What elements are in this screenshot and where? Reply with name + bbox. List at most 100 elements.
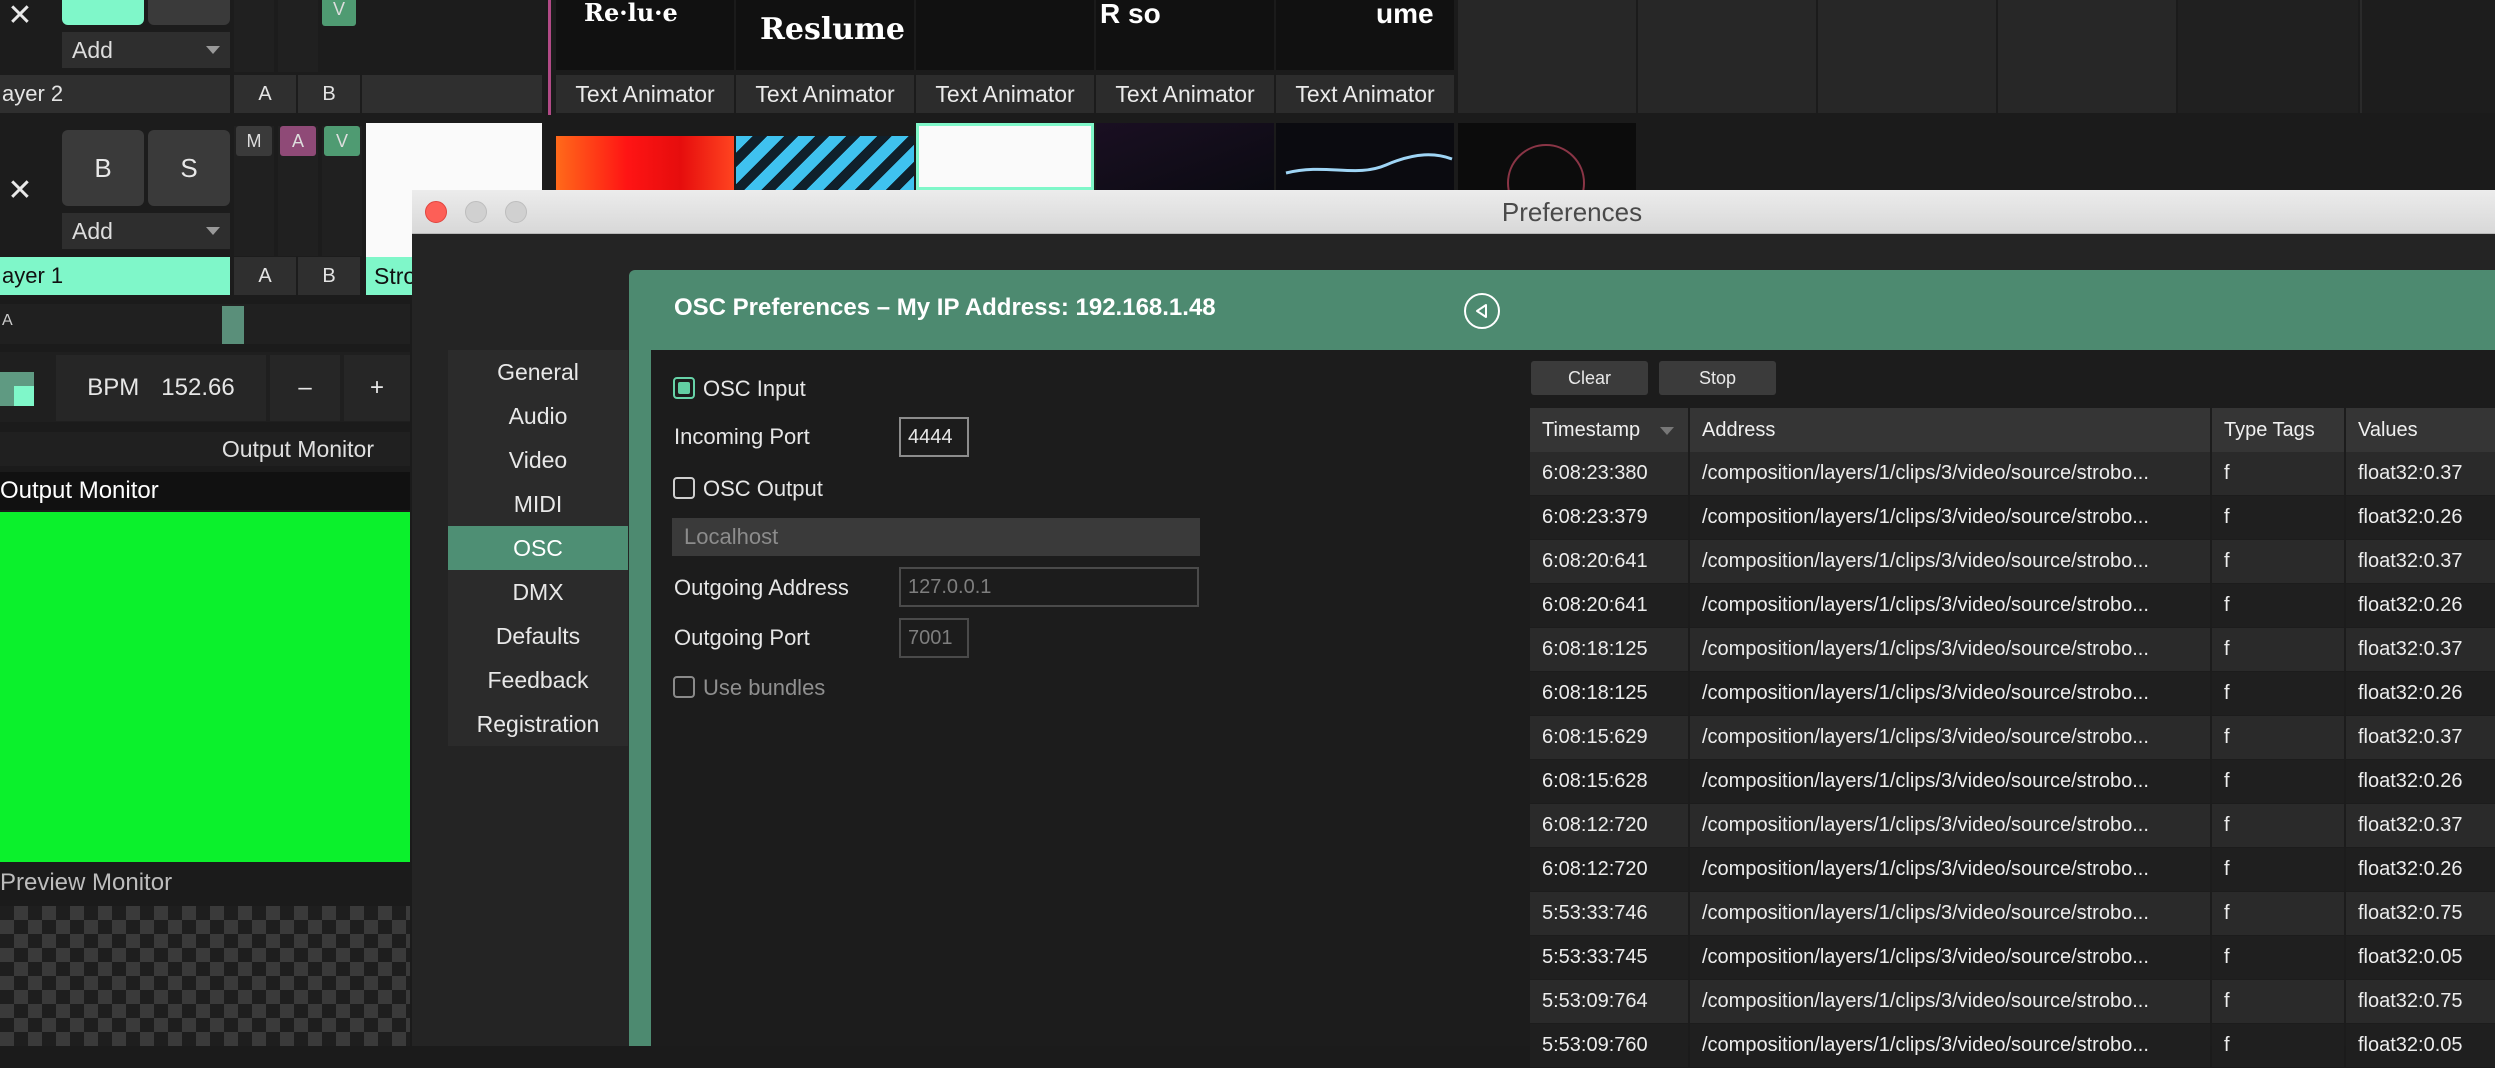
layer-1-bypass-button[interactable]: B (62, 130, 144, 206)
nav-video[interactable]: Video (448, 438, 628, 482)
table-cell-ts: 5:53:33:746 (1530, 892, 1688, 935)
clip-thumbnail-circle[interactable] (1458, 123, 1636, 222)
column-header-timestamp-label: Timestamp (1542, 418, 1641, 441)
clip-thumbnail[interactable] (916, 0, 1094, 70)
nav-osc[interactable]: OSC (448, 526, 628, 570)
empty-clip-slot[interactable] (1458, 0, 1636, 113)
table-cell-ts: 6:08:23:379 (1530, 496, 1688, 539)
layer-1-solo-button[interactable]: S (148, 130, 230, 206)
clip-label[interactable]: Text Animator (1096, 75, 1274, 113)
clip-label[interactable]: Text Animator (736, 75, 914, 113)
clip-label[interactable]: Text Animator (556, 75, 734, 113)
incoming-port-label: Incoming Port (674, 424, 810, 449)
empty-clip-slot[interactable] (1998, 0, 2176, 113)
back-arrow-icon (1476, 304, 1487, 318)
nav-dmx[interactable]: DMX (448, 570, 628, 614)
clip-thumbnail[interactable]: ume (1276, 0, 1454, 70)
output-target-dropdown[interactable]: Localhost (672, 518, 1200, 556)
clip-thumbnail-wave[interactable] (1276, 123, 1454, 190)
layer-2-b-button[interactable]: B (298, 75, 360, 113)
layer-1-mask-toggle[interactable]: M (236, 126, 272, 156)
outgoing-port-label: Outgoing Port (674, 625, 810, 650)
layer-1-audio-toggle[interactable]: A (280, 126, 316, 156)
layer-2-solo-button[interactable] (148, 0, 230, 25)
layer-1-add-dropdown[interactable]: Add (62, 213, 230, 249)
layer-2-clear-icon[interactable]: ✕ (0, 0, 40, 32)
osc-output-checkbox[interactable] (673, 477, 695, 499)
incoming-port-field[interactable]: 4444 (899, 417, 969, 457)
outgoing-address-field[interactable]: 127.0.0.1 (899, 567, 1199, 607)
bpm-plus-button[interactable]: + (344, 355, 410, 421)
clip-thumbnail-red[interactable] (556, 136, 734, 190)
use-bundles-checkbox[interactable] (673, 676, 695, 698)
table-cell-tt: f (2212, 892, 2344, 935)
table-row[interactable]: 6:08:18:125/composition/layers/1/clips/3… (1530, 672, 2495, 716)
table-cell-tt: f (2212, 584, 2344, 627)
clip-thumbnail-white[interactable] (916, 123, 1094, 190)
table-row[interactable]: 6:08:20:641/composition/layers/1/clips/3… (1530, 540, 2495, 584)
table-row[interactable]: 6:08:23:379/composition/layers/1/clips/3… (1530, 496, 2495, 540)
table-cell-addr: /composition/layers/1/clips/3/video/sour… (1690, 980, 2210, 1023)
crossfader-handle[interactable] (222, 306, 244, 344)
table-cell-addr: /composition/layers/1/clips/3/video/sour… (1690, 452, 2210, 495)
nav-feedback[interactable]: Feedback (448, 658, 628, 702)
table-row[interactable]: 6:08:23:380/composition/layers/1/clips/3… (1530, 452, 2495, 496)
preview-monitor-title-label: Preview Monitor (0, 869, 173, 896)
layer-1-name[interactable]: ayer 1 (0, 257, 230, 295)
table-row[interactable]: 6:08:18:125/composition/layers/1/clips/3… (1530, 628, 2495, 672)
layer-2-a-button[interactable]: A (234, 75, 296, 113)
title-bar: Preferences (412, 190, 2495, 234)
stop-button[interactable]: Stop (1659, 361, 1776, 395)
layer-1-clear-icon[interactable]: ✕ (0, 130, 40, 250)
table-row[interactable]: 5:53:33:745/composition/layers/1/clips/3… (1530, 936, 2495, 980)
clip-label[interactable]: Text Animator (916, 75, 1094, 113)
table-row[interactable]: 6:08:15:629/composition/layers/1/clips/3… (1530, 716, 2495, 760)
clip-thumbnail[interactable]: Re·lu·e (556, 0, 734, 70)
back-button[interactable] (1464, 293, 1500, 329)
layer-2-name[interactable]: ayer 2 (0, 75, 230, 113)
table-cell-ts: 6:08:12:720 (1530, 848, 1688, 891)
table-cell-addr: /composition/layers/1/clips/3/video/sour… (1690, 936, 2210, 979)
table-row[interactable]: 6:08:12:720/composition/layers/1/clips/3… (1530, 848, 2495, 892)
table-cell-ts: 6:08:15:628 (1530, 760, 1688, 803)
layer-2-add-dropdown[interactable]: Add (62, 32, 230, 68)
clear-button[interactable]: Clear (1531, 361, 1648, 395)
column-header-type-tags[interactable]: Type Tags (2212, 408, 2344, 452)
outgoing-port-field[interactable]: 7001 (899, 618, 969, 658)
column-header-address[interactable]: Address (1690, 408, 2210, 452)
layer-2-video-label: V (332, 0, 345, 19)
bpm-display[interactable]: BPM 152.66 (56, 355, 266, 421)
table-row[interactable]: 5:53:09:764/composition/layers/1/clips/3… (1530, 980, 2495, 1024)
clip-thumbnail[interactable]: R so (1096, 0, 1274, 70)
column-header-timestamp[interactable]: Timestamp (1530, 408, 1688, 452)
clip-thumbnail-dark[interactable] (1096, 123, 1274, 190)
osc-input-checkbox[interactable] (673, 377, 695, 399)
layer-2-video-toggle[interactable]: V (322, 0, 356, 26)
beat-indicator (0, 372, 34, 406)
add-label: Add (72, 217, 113, 244)
clip-thumbnail-stripes[interactable] (736, 136, 914, 190)
table-cell-val: float32:0.75 (2346, 892, 2495, 935)
clip-label[interactable]: Text Animator (1276, 75, 1454, 113)
layer-2-bypass-button[interactable] (62, 0, 144, 25)
column-header-values[interactable]: Values (2346, 408, 2495, 452)
crossfader-track[interactable] (0, 304, 410, 344)
table-row[interactable]: 6:08:15:628/composition/layers/1/clips/3… (1530, 760, 2495, 804)
table-row[interactable]: 5:53:33:746/composition/layers/1/clips/3… (1530, 892, 2495, 936)
empty-clip-slot[interactable] (1638, 0, 1816, 113)
layer-1-video-toggle[interactable]: V (324, 126, 360, 156)
nav-registration[interactable]: Registration (448, 702, 628, 746)
empty-clip-slot[interactable] (1818, 0, 1996, 113)
nav-defaults[interactable]: Defaults (448, 614, 628, 658)
nav-midi[interactable]: MIDI (448, 482, 628, 526)
table-cell-ts: 6:08:15:629 (1530, 716, 1688, 759)
table-row[interactable]: 6:08:12:720/composition/layers/1/clips/3… (1530, 804, 2495, 848)
nav-general[interactable]: General (448, 350, 628, 394)
nav-audio[interactable]: Audio (448, 394, 628, 438)
layer-1-a-button[interactable]: A (234, 257, 296, 295)
table-row[interactable]: 5:53:09:760/composition/layers/1/clips/3… (1530, 1024, 2495, 1068)
bpm-minus-button[interactable]: – (270, 355, 340, 421)
table-row[interactable]: 6:08:20:641/composition/layers/1/clips/3… (1530, 584, 2495, 628)
layer-1-b-button[interactable]: B (298, 257, 360, 295)
clip-thumbnail[interactable]: Reslume (736, 0, 914, 70)
